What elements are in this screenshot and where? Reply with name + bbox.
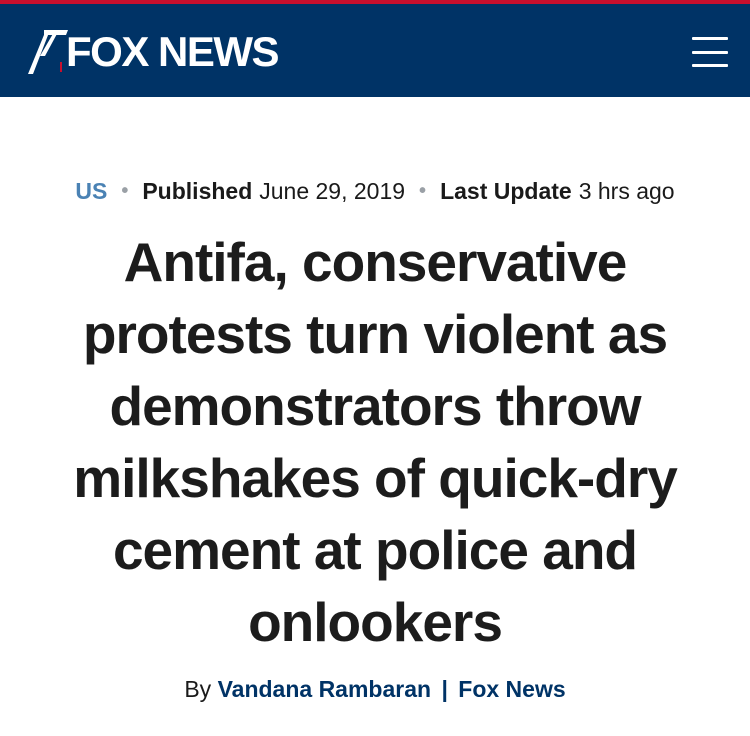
article-meta: US • Published June 29, 2019 • Last Upda… [0,178,750,205]
fox-news-logo[interactable]: FOX NEWS [24,26,280,78]
meta-separator-dot: • [419,180,427,202]
byline-separator: | [441,676,448,702]
published-label: Published [142,178,253,204]
source-link[interactable]: Fox News [458,676,565,702]
byline: By Vandana Rambaran | Fox News [0,676,750,703]
site-header: FOX NEWS [0,0,750,97]
last-update-value: 3 hrs ago [578,178,675,204]
last-update-label: Last Update [440,178,572,204]
hamburger-menu-icon[interactable] [692,34,728,70]
article-headline: Antifa, conservative protests turn viole… [73,231,678,653]
meta-separator-dot: • [121,180,129,202]
fox-logo-mark-icon [28,30,68,74]
category-link[interactable]: US [75,178,107,205]
published-date: June 29, 2019 [259,178,406,204]
byline-prefix: By [184,676,212,702]
author-link[interactable]: Vandana Rambaran [218,676,431,702]
logo-text: FOX NEWS [66,28,280,75]
